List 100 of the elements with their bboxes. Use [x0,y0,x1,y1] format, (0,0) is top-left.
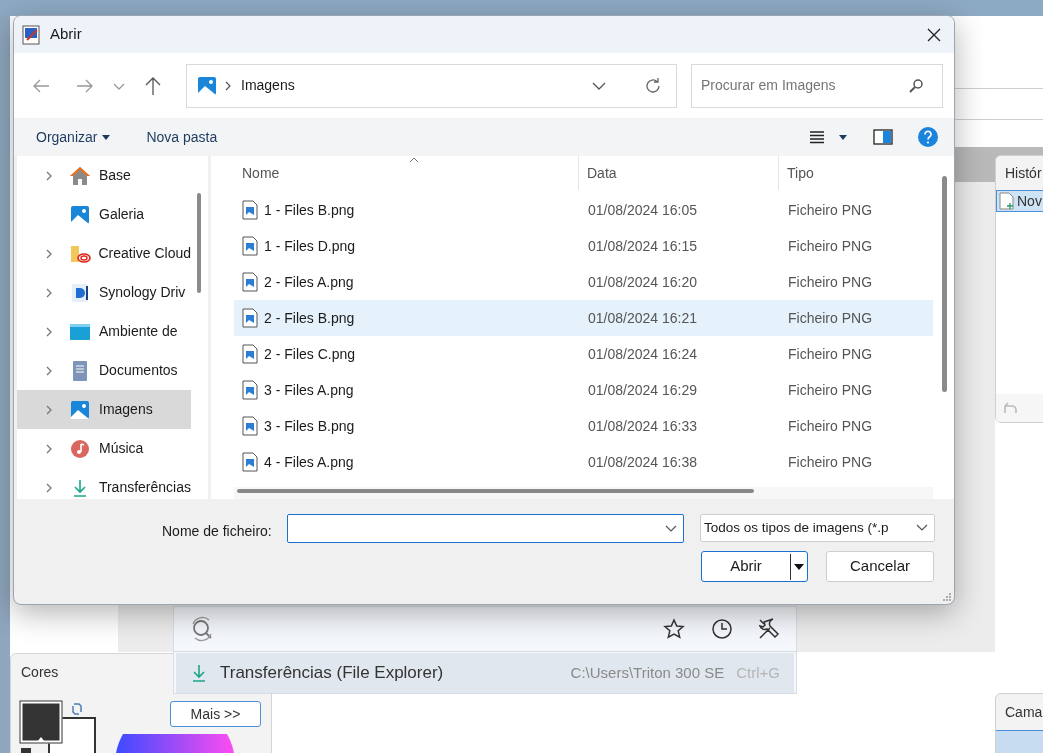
nav-item[interactable]: Documentos [17,351,191,390]
nav-label: Base [99,166,131,185]
image-file-icon [242,344,258,364]
chevron-icon[interactable] [45,169,53,182]
new-document-icon [999,192,1015,210]
image-file-icon [242,272,258,292]
file-name: 3 - Files B.png [264,416,355,436]
back-arrow-icon[interactable] [32,77,50,94]
caret-icon[interactable] [839,134,847,140]
nav-item[interactable]: Transferências [17,468,191,499]
result-title: Transferências (File Explorer) [220,662,444,685]
file-row[interactable]: 2 - Files C.png 01/08/2024 16:24 Ficheiro PNG [234,336,933,372]
house-icon [69,165,91,186]
file-row[interactable]: 1 - Files B.png 01/08/2024 16:05 Ficheiro PNG [234,192,933,228]
file-name: 3 - Files A.png [264,380,354,400]
search-input: Procurar em Imagens [701,75,908,96]
scrollbar-thumb[interactable] [237,489,754,493]
image-file-icon [242,308,258,328]
file-date: 01/08/2024 16:33 [588,417,697,434]
scrollbar-thumb[interactable] [942,176,947,392]
resize-grip-icon[interactable] [941,591,951,601]
column-header[interactable]: Nome [242,162,280,184]
chevron-down-icon [916,524,928,532]
file-type: Ficheiro PNG [788,273,873,290]
nav-item[interactable]: Synology Driv [17,273,191,312]
chevron-icon[interactable] [45,286,53,299]
shortcut-hint: Ctrl+G [736,662,780,683]
result-path: C:\Users\Triton 300 SE [570,662,725,683]
view-list-icon[interactable] [809,130,825,144]
chevron-down-icon[interactable] [592,80,606,91]
address-bar[interactable]: Imagens [186,63,677,108]
open-button[interactable]: Abrir [701,551,808,582]
up-arrow-icon[interactable] [144,75,162,96]
search-field[interactable]: Procurar em Imagens [691,63,943,108]
clock-icon[interactable] [711,618,733,640]
nav-item[interactable]: Galeria [17,195,191,234]
file-row[interactable]: 1 - Files D.png 01/08/2024 16:15 Ficheiro PNG [234,228,933,264]
file-row[interactable]: 4 - Files A.png 01/08/2024 16:38 Ficheiro PNG [234,444,933,480]
chevron-icon[interactable] [45,403,53,416]
help-icon[interactable] [918,127,938,147]
close-icon [927,27,941,42]
nav-item[interactable]: Creative Cloud [17,234,191,273]
file-date: 01/08/2024 16:38 [588,453,697,470]
tools-icon[interactable] [757,617,781,641]
caret-icon [794,563,804,570]
file-type: Ficheiro PNG [788,417,873,434]
cancel-button[interactable]: Cancelar [826,551,934,582]
nav-item[interactable]: Imagens [17,390,191,429]
file-type-value: Todos os tipos de imagens (*.p [704,518,890,537]
chevron-icon[interactable] [45,325,53,338]
new-folder-button[interactable]: Nova pasta [146,126,218,148]
picture-icon [70,204,90,225]
refresh-icon[interactable] [644,76,662,95]
panel-title: Cores [21,662,59,682]
file-type: Ficheiro PNG [788,201,873,218]
file-row[interactable]: 3 - Files A.png 01/08/2024 16:29 Ficheiro PNG [234,372,933,408]
column-header[interactable]: Tipo [787,162,814,184]
image-file-icon [242,452,258,472]
star-icon[interactable] [663,618,685,640]
file-date: 01/08/2024 16:05 [588,201,697,218]
filename-label: Nome de ficheiro: [162,522,272,541]
file-row[interactable]: 3 - Files B.png 01/08/2024 16:33 Ficheiro PNG [234,408,933,444]
nav-item[interactable]: Música [17,429,191,468]
swap-icon[interactable] [71,702,83,716]
organize-button[interactable]: Organizar [36,126,111,148]
column-header[interactable]: Data [587,162,617,184]
more-button[interactable]: Mais >> [170,701,261,727]
nav-item[interactable]: Ambiente de [17,312,191,351]
panel-title: Cama [1005,702,1043,722]
nav-label: Synology Driv [99,283,186,302]
chevron-icon[interactable] [45,364,53,377]
preview-pane-icon[interactable] [873,129,893,145]
file-type: Ficheiro PNG [788,345,873,362]
file-row[interactable]: 2 - Files B.png 01/08/2024 16:21 Ficheiro PNG [234,300,933,336]
file-row[interactable]: 2 - Files A.png 01/08/2024 16:20 Ficheiro PNG [234,264,933,300]
search-result[interactable]: Transferências (File Explorer) C:\Users\Triton 300 SE Ctrl+G [176,653,794,693]
file-name: 2 - Files B.png [264,308,355,328]
chevron-down-icon [665,524,677,533]
caret-icon [102,134,111,140]
drive-icon [70,282,90,303]
search-icon [908,77,924,94]
forward-arrow-icon[interactable] [76,77,94,94]
chevron-icon[interactable] [45,247,53,260]
nav-item[interactable]: Base [17,156,191,195]
chevron-icon[interactable] [45,481,53,494]
scrollbar-thumb[interactable] [197,193,201,293]
panel-title: Histór [1005,163,1042,183]
file-name: 1 - Files B.png [264,200,355,220]
location-picture-icon [197,75,217,96]
download-icon [190,663,208,683]
image-file-icon [242,416,258,436]
chevron-icon[interactable] [45,442,53,455]
history-item[interactable]: Nov [996,190,1043,212]
file-date: 01/08/2024 16:15 [588,237,697,254]
desktop-icon [69,322,91,341]
file-name: 1 - Files D.png [264,236,356,256]
file-type-dropdown[interactable]: Todos os tipos de imagens (*.p [700,514,935,542]
nav-label: Galeria [99,205,145,224]
file-name: 2 - Files A.png [264,272,354,292]
music-icon [70,438,90,459]
